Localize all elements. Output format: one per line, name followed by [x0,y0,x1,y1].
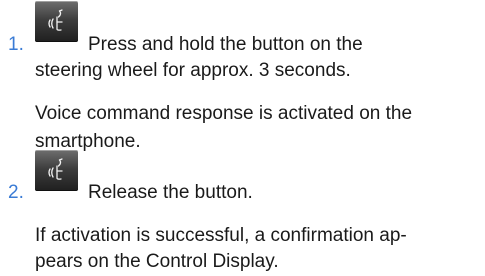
step-number: 2. [8,182,24,203]
result-line: pears on the Control Display. [35,251,279,272]
instruction-line: Release the button. [88,182,253,203]
voice-command-icon [35,1,78,42]
step-number: 1. [8,34,24,55]
result-line: If activation is successful, a confirmat… [35,225,407,246]
voice-command-icon [35,150,78,191]
instruction-line: Press and hold the button on the [88,34,363,55]
instruction-line: steering wheel for approx. 3 seconds. [35,60,351,81]
result-line: Voice command response is activated on t… [35,103,413,124]
